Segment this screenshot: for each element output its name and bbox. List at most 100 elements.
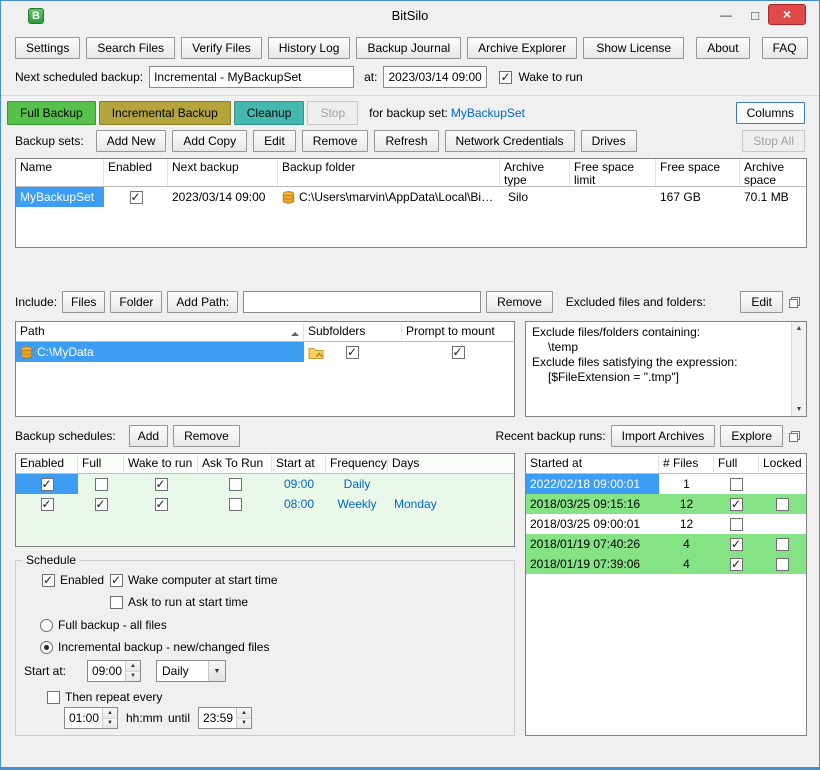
subfolders-cell[interactable] — [304, 342, 402, 362]
remove-schedule-button[interactable]: Remove — [173, 425, 240, 447]
run-started-cell[interactable]: 2018/01/19 07:39:06 — [526, 554, 659, 574]
schedule-enabled-checkbox[interactable] — [42, 574, 55, 587]
set-enabled-checkbox[interactable] — [130, 191, 143, 204]
history-log-button[interactable]: History Log — [268, 37, 351, 59]
backup-set-row[interactable]: MyBackupSet 2023/03/14 09:00 C:\Users\ma… — [16, 187, 806, 207]
schedule-ask-checkbox[interactable] — [229, 498, 242, 511]
add-path-input[interactable] — [243, 291, 481, 313]
spinner-arrows[interactable]: ▲▼ — [236, 708, 251, 728]
full-backup-button[interactable]: Full Backup — [7, 101, 96, 125]
col-header-enabled[interactable]: Enabled — [104, 159, 168, 186]
about-button[interactable]: About — [696, 37, 749, 59]
run-full-checkbox[interactable] — [730, 558, 743, 571]
spinner-arrows[interactable]: ▲▼ — [125, 661, 140, 681]
col-header-full[interactable]: Full — [714, 455, 759, 472]
run-full-cell[interactable] — [714, 494, 759, 514]
col-header-enabled[interactable]: Enabled — [16, 455, 78, 472]
run-locked-checkbox[interactable] — [776, 498, 789, 511]
close-button[interactable]: × — [768, 4, 806, 25]
run-full-cell[interactable] — [714, 474, 759, 494]
full-backup-radio-field[interactable]: Full backup - all files — [40, 618, 167, 632]
incremental-backup-button[interactable]: Incremental Backup — [99, 101, 231, 125]
col-header-ask-to-run[interactable]: Ask To Run — [198, 455, 272, 472]
search-files-button[interactable]: Search Files — [86, 37, 175, 59]
add-schedule-button[interactable]: Add — [129, 425, 168, 447]
spinner-down-icon[interactable]: ▼ — [126, 672, 140, 682]
run-full-cell[interactable] — [714, 534, 759, 554]
schedule-ask-cell[interactable] — [198, 474, 272, 494]
subfolders-checkbox[interactable] — [346, 346, 359, 359]
spinner-up-icon[interactable]: ▲ — [126, 661, 140, 672]
backup-run-row[interactable]: 2018/03/25 09:00:01 12 — [526, 514, 806, 534]
popout-runs-icon[interactable] — [788, 430, 801, 443]
scroll-up-icon[interactable]: ▲ — [796, 325, 803, 332]
frequency-dropdown[interactable]: Daily ▼ — [156, 660, 226, 682]
schedule-row[interactable]: 08:00 Weekly Monday — [16, 494, 514, 514]
repeat-field[interactable]: Then repeat every — [47, 690, 162, 704]
verify-files-button[interactable]: Verify Files — [181, 37, 262, 59]
run-started-cell[interactable]: 2018/03/25 09:00:01 — [526, 514, 659, 534]
schedule-wake-cell[interactable] — [124, 494, 198, 514]
backup-run-row[interactable]: 2018/01/19 07:39:06 4 — [526, 554, 806, 574]
open-folder-icon[interactable] — [308, 346, 324, 359]
wake-to-run-checkbox[interactable] — [499, 71, 512, 84]
backup-run-row[interactable]: 2018/03/25 09:15:16 12 — [526, 494, 806, 514]
schedule-ask-checkbox[interactable] — [229, 478, 242, 491]
schedule-enabled-cell[interactable] — [16, 494, 78, 514]
run-full-cell[interactable] — [714, 514, 759, 534]
settings-button[interactable]: Settings — [15, 37, 80, 59]
chevron-down-icon[interactable]: ▼ — [208, 661, 225, 681]
spinner-up-icon[interactable]: ▲ — [103, 708, 117, 719]
col-header-name[interactable]: Name — [16, 159, 104, 186]
ask-to-run-checkbox[interactable] — [110, 596, 123, 609]
next-backup-input[interactable] — [149, 66, 354, 88]
cleanup-button[interactable]: Cleanup — [234, 101, 305, 125]
backup-run-row[interactable]: 2022/02/18 09:00:01 1 — [526, 474, 806, 494]
path-cell[interactable]: C:\MyData — [16, 342, 304, 362]
incremental-backup-radio-field[interactable]: Incremental backup - new/changed files — [40, 640, 269, 654]
title-bar[interactable]: B BitSilo — □ × — [1, 1, 819, 31]
col-header-free-space-limit[interactable]: Free space limit — [570, 159, 656, 186]
run-started-cell[interactable]: 2018/01/19 07:40:26 — [526, 534, 659, 554]
incremental-backup-radio[interactable] — [40, 641, 53, 654]
edit-set-button[interactable]: Edit — [253, 130, 296, 152]
ask-to-run-field[interactable]: Ask to run at start time — [110, 595, 248, 609]
set-name-cell[interactable]: MyBackupSet — [16, 187, 104, 207]
backup-set-link[interactable]: MyBackupSet — [451, 106, 525, 120]
spinner-up-icon[interactable]: ▲ — [237, 708, 251, 719]
edit-excluded-button[interactable]: Edit — [740, 291, 783, 313]
wake-computer-field[interactable]: Wake computer at start time — [110, 573, 278, 587]
col-header-prompt-to-mount[interactable]: Prompt to mount — [402, 323, 514, 340]
run-locked-cell[interactable] — [759, 554, 806, 574]
schedule-full-cell[interactable] — [78, 474, 124, 494]
spinner-arrows[interactable]: ▲▼ — [102, 708, 117, 728]
repeat-checkbox[interactable] — [47, 691, 60, 704]
backup-time-input[interactable] — [383, 66, 487, 88]
excluded-scrollbar[interactable]: ▲▼ — [791, 322, 806, 416]
schedule-full-cell[interactable] — [78, 494, 124, 514]
run-locked-cell[interactable] — [759, 494, 806, 514]
import-archives-button[interactable]: Import Archives — [611, 425, 716, 447]
spinner-down-icon[interactable]: ▼ — [103, 719, 117, 729]
full-backup-radio[interactable] — [40, 619, 53, 632]
add-new-button[interactable]: Add New — [96, 130, 167, 152]
col-header-days[interactable]: Days — [388, 455, 514, 472]
schedule-wake-cell[interactable] — [124, 474, 198, 494]
run-full-checkbox[interactable] — [730, 518, 743, 531]
col-header-wake-to-run[interactable]: Wake to run — [124, 455, 198, 472]
schedule-ask-cell[interactable] — [198, 494, 272, 514]
schedule-wake-checkbox[interactable] — [155, 498, 168, 511]
run-locked-checkbox[interactable] — [776, 538, 789, 551]
backup-journal-button[interactable]: Backup Journal — [356, 37, 461, 59]
archive-explorer-button[interactable]: Archive Explorer — [467, 37, 577, 59]
show-license-button[interactable]: Show License — [583, 37, 684, 59]
schedule-enabled-checkbox[interactable] — [41, 478, 54, 491]
wake-computer-checkbox[interactable] — [110, 574, 123, 587]
col-header-archive-type[interactable]: Archive type — [500, 159, 570, 186]
remove-path-button[interactable]: Remove — [486, 291, 553, 313]
col-header-subfolders[interactable]: Subfolders — [304, 323, 402, 340]
run-full-checkbox[interactable] — [730, 478, 743, 491]
popout-excluded-icon[interactable] — [788, 296, 801, 309]
frequency-value[interactable]: Daily — [157, 661, 208, 681]
repeat-interval-value[interactable]: 01:00 — [65, 708, 102, 728]
